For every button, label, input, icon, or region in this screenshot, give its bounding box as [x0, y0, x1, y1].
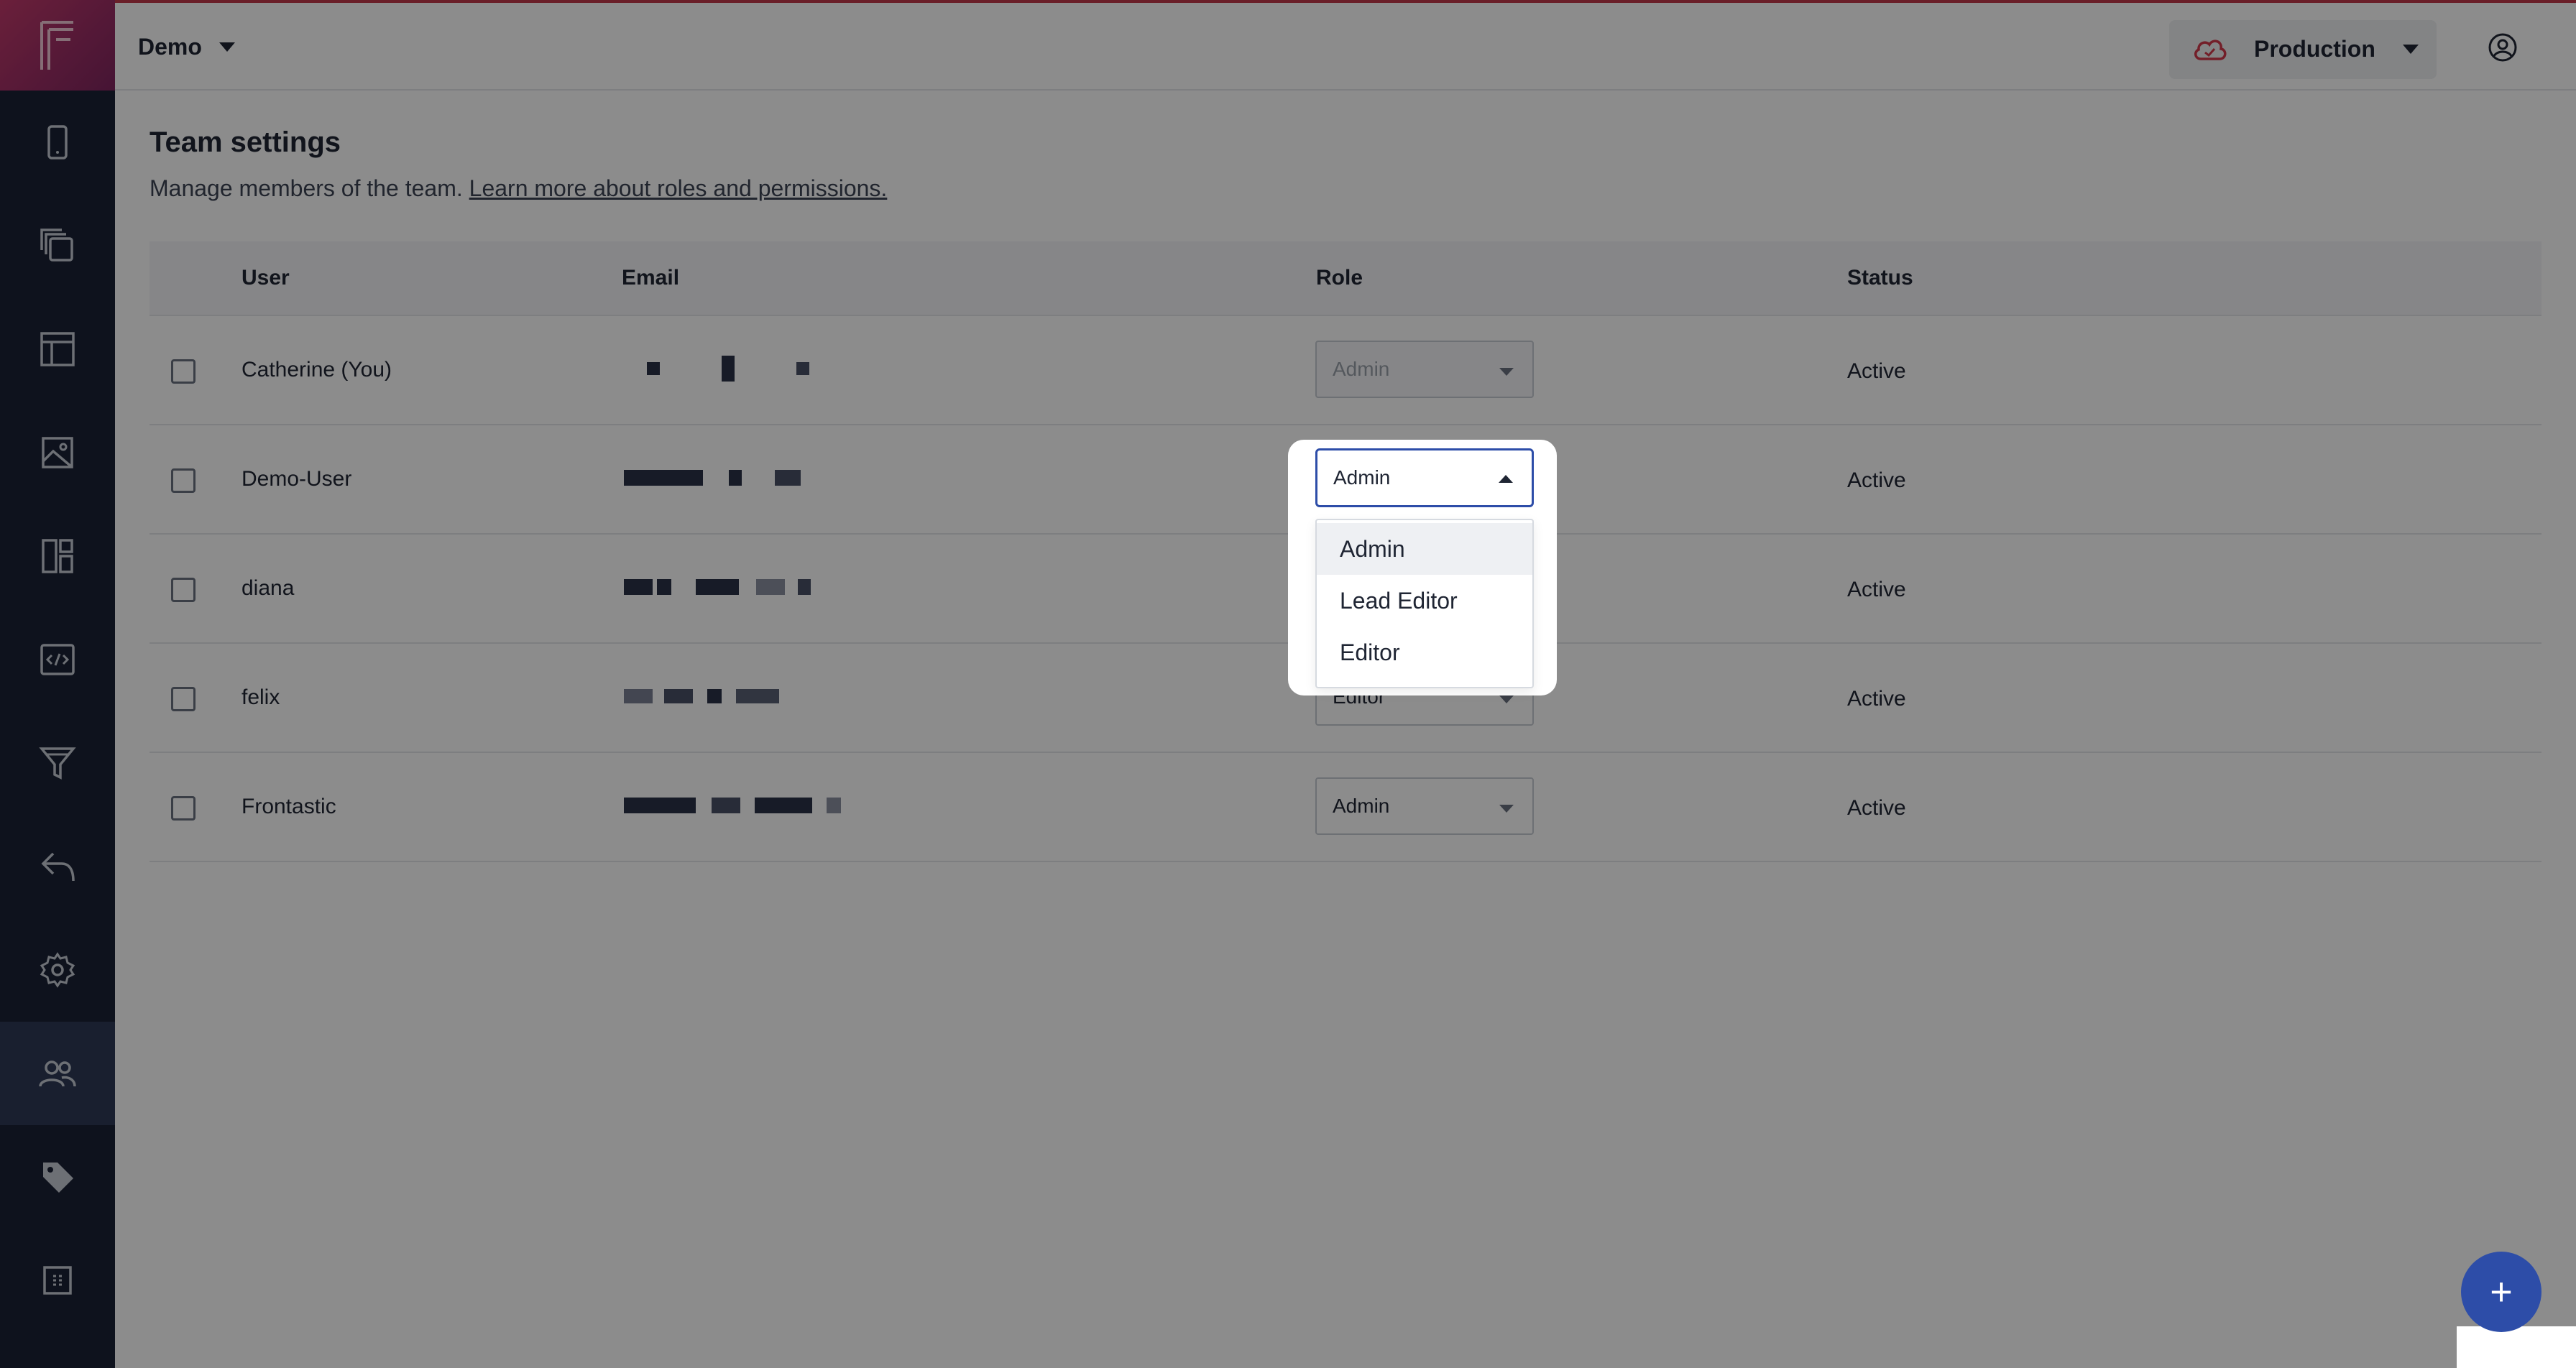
table-header: User Email Role Status	[150, 241, 2542, 316]
user-name: Demo-User	[242, 467, 352, 491]
cloud-icon	[2194, 40, 2227, 60]
role-select: Admin	[1315, 341, 1534, 398]
top-bar: Demo Production	[115, 0, 2576, 91]
role-select[interactable]: Admin	[1315, 777, 1534, 835]
frontastic-logo[interactable]	[0, 0, 115, 91]
sidebar-item-filter[interactable]	[0, 711, 115, 815]
chevron-down-icon	[1499, 805, 1514, 813]
components-icon	[42, 539, 73, 573]
header-role: Role	[1316, 266, 1363, 290]
user-name: Catherine (You)	[242, 358, 392, 382]
sidebar-item-tags[interactable]	[0, 1125, 115, 1229]
email-redacted	[624, 467, 801, 489]
sidebar-item-code[interactable]	[0, 608, 115, 711]
mobile-icon	[47, 125, 68, 160]
environment-label: Production	[2254, 36, 2375, 62]
chevron-down-icon	[2403, 45, 2419, 54]
sidebar-item-undo[interactable]	[0, 815, 115, 918]
email-redacted	[624, 685, 779, 707]
role-option-lead-editor[interactable]: Lead Editor	[1317, 575, 1532, 627]
status-text: Active	[1847, 359, 1906, 383]
add-member-button[interactable]: +	[2461, 1252, 2542, 1332]
role-options-menu: Admin Lead Editor Editor	[1315, 519, 1534, 688]
code-icon	[40, 644, 75, 675]
environment-switcher[interactable]: Production	[2169, 20, 2437, 79]
sidebar-item-components[interactable]	[0, 504, 115, 608]
sidebar-item-mobile[interactable]	[0, 91, 115, 194]
table-row: Catherine (You) Admin Active	[150, 316, 2542, 425]
email-redacted	[624, 356, 809, 382]
user-name: felix	[242, 685, 280, 709]
email-redacted	[624, 795, 841, 816]
row-checkbox[interactable]	[171, 687, 196, 711]
filter-icon	[39, 747, 76, 780]
status-text: Active	[1847, 687, 1906, 711]
sidebar-item-settings[interactable]	[0, 918, 115, 1022]
chevron-down-icon	[1499, 695, 1514, 703]
logo-mark-icon	[40, 21, 73, 70]
chevron-down-icon	[218, 42, 235, 52]
media-icon	[42, 437, 73, 468]
row-checkbox[interactable]	[171, 578, 196, 602]
status-text: Active	[1847, 796, 1906, 820]
undo-icon	[41, 852, 75, 882]
gear-icon	[40, 952, 75, 988]
tag-icon	[43, 1163, 73, 1193]
table-row: Frontastic Admin Active	[150, 753, 2542, 862]
chevron-up-icon	[1499, 475, 1513, 483]
subtitle-text: Manage members of the team.	[150, 175, 463, 201]
sidebar-item-grid[interactable]	[0, 1229, 115, 1332]
row-checkbox[interactable]	[171, 468, 196, 493]
user-name: diana	[242, 576, 295, 600]
grid-icon	[43, 1266, 72, 1295]
role-option-admin[interactable]: Admin	[1317, 523, 1532, 575]
user-profile-icon[interactable]	[2487, 32, 2518, 63]
role-value: Admin	[1333, 795, 1390, 817]
learn-more-link[interactable]: Learn more about roles and permissions.	[469, 175, 888, 201]
role-value: Admin	[1333, 358, 1390, 380]
header-status: Status	[1847, 266, 1913, 290]
sidebar-item-layout[interactable]	[0, 297, 115, 401]
sidebar-item-pages[interactable]	[0, 194, 115, 297]
status-text: Active	[1847, 578, 1906, 601]
row-checkbox[interactable]	[171, 359, 196, 384]
sidebar-item-media[interactable]	[0, 401, 115, 504]
row-checkbox[interactable]	[171, 796, 196, 821]
user-name: Frontastic	[242, 795, 336, 818]
role-option-editor[interactable]: Editor	[1317, 627, 1532, 678]
header-user: User	[242, 266, 290, 290]
project-switcher[interactable]: Demo	[138, 3, 235, 91]
role-select-open[interactable]: Admin	[1315, 448, 1534, 507]
corner-backdrop	[2457, 1326, 2576, 1368]
plus-icon: +	[2490, 1270, 2513, 1313]
email-redacted	[624, 576, 811, 598]
team-icon	[39, 1060, 76, 1087]
role-select-value: Admin	[1333, 466, 1391, 489]
project-name: Demo	[138, 33, 202, 60]
page-subtitle: Manage members of the team. Learn more a…	[150, 175, 887, 202]
pages-icon	[40, 228, 73, 262]
sidebar	[0, 0, 115, 1368]
status-text: Active	[1847, 468, 1906, 492]
chevron-down-icon	[1499, 368, 1514, 376]
page-title: Team settings	[150, 126, 341, 158]
sidebar-item-team[interactable]	[0, 1022, 115, 1125]
header-email: Email	[622, 266, 680, 290]
layout-icon	[40, 332, 75, 366]
